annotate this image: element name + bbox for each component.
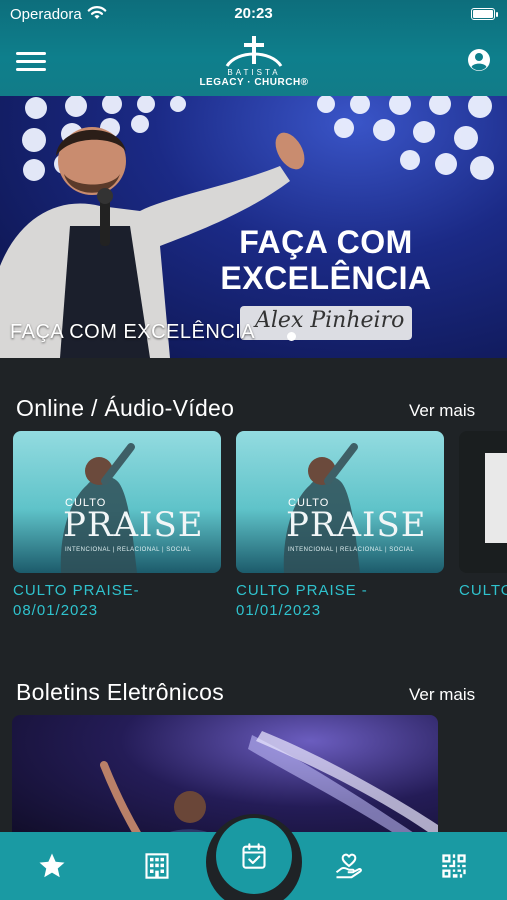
hero-signature: Alex Pinheiro — [255, 308, 405, 333]
app-screen: Operadora 20:23 BATISTA LEGACY · CHURCH® — [0, 0, 507, 900]
hero-headline: FAÇA COM EXCELÊNCIA — [206, 224, 446, 296]
calendar-check-icon — [242, 843, 266, 869]
bulletins-section-title: Boletins Eletrônicos — [16, 679, 224, 705]
tab-qr-code[interactable] — [424, 832, 484, 900]
star-icon — [39, 853, 65, 878]
app-header: Operadora 20:23 BATISTA LEGACY · CHURCH® — [0, 0, 507, 96]
card-art-title: PRAISE — [63, 505, 204, 545]
clock: 20:23 — [234, 5, 273, 22]
hand-heart-icon — [335, 853, 362, 879]
tab-church[interactable] — [127, 832, 187, 900]
video-card-1-title: CULTO PRAISE- — [13, 582, 140, 599]
carousel-dot[interactable] — [287, 332, 296, 341]
building-icon — [145, 853, 169, 879]
card-art-title: PRAISE — [286, 505, 427, 545]
tab-favorites[interactable] — [22, 832, 82, 900]
hero-caption: FAÇA COM EXCELÊNCIA — [10, 321, 256, 343]
logo-line-1: BATISTA — [227, 68, 281, 77]
church-logo: BATISTA LEGACY · CHURCH® — [196, 34, 312, 92]
qr-code-icon — [442, 854, 466, 878]
video-card-2[interactable]: CULTO PRAISE INTENCIONAL | RELACIONAL | … — [236, 431, 444, 573]
hero-headline-line1: FAÇA COM — [239, 224, 413, 260]
online-see-more-link[interactable]: Ver mais — [409, 401, 475, 421]
card-3-art — [485, 453, 507, 543]
online-section-title: Online / Áudio-Vídeo — [16, 395, 235, 421]
card-art-subtitle: INTENCIONAL | RELACIONAL | SOCIAL — [288, 547, 415, 553]
video-card-2-caption[interactable]: CULTO PRAISE - 01/01/2023 — [236, 581, 368, 621]
video-card-2-title: CULTO PRAISE - — [236, 582, 368, 599]
video-card-1-caption[interactable]: CULTO PRAISE- 08/01/2023 — [13, 581, 140, 621]
hero-headline-line2: EXCELÊNCIA — [220, 260, 432, 296]
hero-banner[interactable]: FAÇA COM EXCELÊNCIA Alex Pinheiro FAÇA C… — [0, 96, 507, 358]
bulletins-see-more-link[interactable]: Ver mais — [409, 685, 475, 705]
tab-donations[interactable] — [319, 832, 379, 900]
battery-icon — [471, 8, 498, 20]
video-card-3[interactable] — [459, 431, 507, 573]
card-art-subtitle: INTENCIONAL | RELACIONAL | SOCIAL — [65, 547, 192, 553]
hamburger-menu-button[interactable] — [16, 52, 46, 72]
video-card-3-caption[interactable]: CULTO — [459, 581, 507, 601]
profile-icon[interactable] — [467, 48, 491, 72]
tab-calendar[interactable] — [216, 818, 292, 894]
video-card-1-date: 08/01/2023 — [13, 602, 99, 619]
video-card-1[interactable]: CULTO PRAISE INTENCIONAL | RELACIONAL | … — [13, 431, 221, 573]
status-bar: Operadora 20:23 — [0, 0, 507, 28]
video-card-2-date: 01/01/2023 — [236, 602, 322, 619]
logo-line-2: LEGACY · CHURCH® — [199, 77, 309, 88]
cross-logo-icon — [225, 36, 283, 67]
